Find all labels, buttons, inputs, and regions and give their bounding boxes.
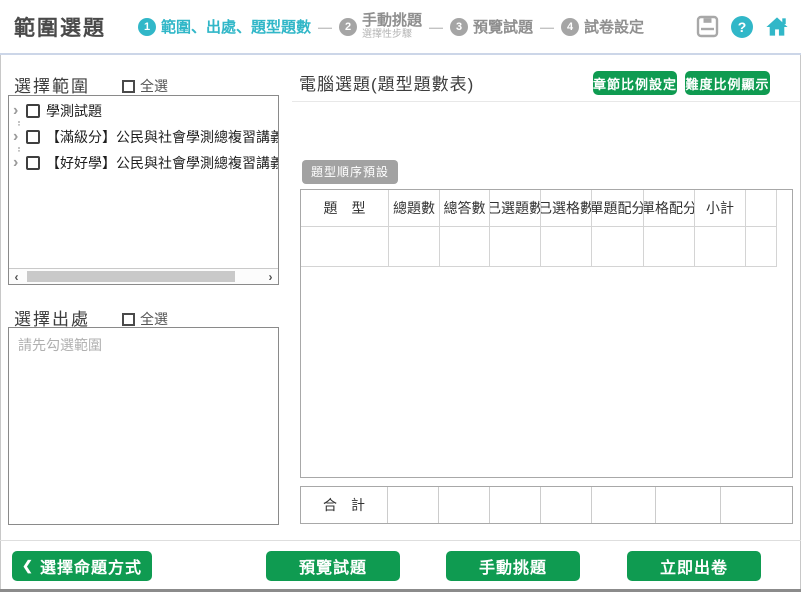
range-select-all-label: 全選 [140, 76, 168, 96]
step-4-paper-settings[interactable]: 4 試卷設定 [561, 16, 644, 37]
scrollbar-thumb[interactable] [27, 271, 235, 282]
step-3-badge: 3 [450, 18, 468, 36]
col-header-selected-questions: 已選題數 [490, 190, 541, 227]
total-cell [490, 487, 541, 523]
range-tree-panel: › 學測試題 › 【滿級分】公民與社會學測總複習講義 要 › 【好好學】公民與社… [8, 95, 279, 285]
source-list-panel: 請先勾選範圍 [8, 327, 279, 525]
col-header-points-per-blank: 單格配分 [644, 190, 695, 227]
exam-builder-window: 範圍選題 1 範圍、出處、題型題數 — 2 手動挑題 選擇性步驟 — 3 預覽試… [0, 0, 801, 592]
table-cell [644, 227, 695, 267]
tree-item[interactable]: › 學測試題 [13, 100, 278, 122]
step-2-label: 手動挑題 [362, 12, 422, 29]
tree-item-checkbox[interactable] [26, 130, 40, 144]
tree-item-checkbox[interactable] [26, 104, 40, 118]
back-to-method-button[interactable]: ❮ 選擇命題方式 [12, 551, 152, 581]
header-bar: 範圍選題 1 範圍、出處、題型題數 — 2 手動挑題 選擇性步驟 — 3 預覽試… [0, 0, 801, 53]
tree-item[interactable]: › 【好好學】公民與社會學測總複習講義 要 [13, 152, 278, 174]
range-section-title: 選擇範圍 [14, 72, 90, 97]
total-cell [541, 487, 592, 523]
table-cell [389, 227, 440, 267]
scroll-left-icon[interactable]: ‹ [9, 271, 24, 283]
expand-chevron-icon[interactable]: › [13, 129, 26, 145]
table-cell [592, 227, 644, 267]
total-cell [592, 487, 656, 523]
total-cell [721, 487, 792, 523]
tree-item-label: 【滿級分】公民與社會學測總複習講義 要 [46, 127, 278, 147]
question-order-preset-tab[interactable]: 題型順序預設 [302, 160, 398, 184]
difficulty-ratio-button[interactable]: 難度比例顯示 [685, 71, 770, 95]
home-icon[interactable] [765, 15, 789, 39]
step-4-label: 試卷設定 [584, 16, 644, 37]
source-select-all-label: 全選 [140, 309, 168, 329]
total-cell [656, 487, 721, 523]
step-2-badge: 2 [339, 18, 357, 36]
step-3-preview[interactable]: 3 預覽試題 [450, 16, 533, 37]
col-header-total-questions: 總題數 [389, 190, 440, 227]
table-cell [541, 227, 592, 267]
chapter-ratio-button[interactable]: 章節比例設定 [593, 71, 677, 95]
range-select-all[interactable]: 全選 [122, 76, 168, 96]
window-border-left [0, 55, 1, 589]
step-1-label: 範圍、出處、題型題數 [161, 16, 311, 37]
help-icon[interactable]: ? [731, 16, 753, 38]
question-type-table-panel: 題 型 總題數 總答數 已選題數 已選格數 單題配分 單格配分 小計 [300, 189, 793, 478]
chevron-left-icon: ❮ [22, 558, 34, 574]
col-header-empty [746, 190, 777, 227]
back-button-label: 選擇命題方式 [40, 554, 142, 578]
step-2-sublabel: 選擇性步驟 [362, 29, 422, 41]
header-divider [0, 53, 801, 55]
table-cell [695, 227, 746, 267]
step-nav: 1 範圍、出處、題型題數 — 2 手動挑題 選擇性步驟 — 3 預覽試題 — 4… [138, 12, 644, 41]
step-separator: — [429, 19, 443, 35]
table-cell [490, 227, 541, 267]
tree-item-label: 學測試題 [46, 101, 102, 121]
source-select-all-checkbox[interactable] [122, 313, 135, 326]
total-cell [388, 487, 439, 523]
manual-pick-button[interactable]: 手動挑題 [446, 551, 580, 581]
source-select-all[interactable]: 全選 [122, 309, 168, 329]
col-header-points-per-question: 單題配分 [592, 190, 644, 227]
table-cell [301, 227, 389, 267]
total-label: 合 計 [301, 487, 388, 523]
step-1-range[interactable]: 1 範圍、出處、題型題數 [138, 16, 311, 37]
source-placeholder: 請先勾選範圍 [9, 328, 278, 362]
computer-selection-title: 電腦選題(題型題數表) [299, 70, 474, 95]
table-cell [440, 227, 490, 267]
step-separator: — [318, 19, 332, 35]
step-1-badge: 1 [138, 18, 156, 36]
footer-divider [0, 540, 801, 541]
expand-chevron-icon[interactable]: › [13, 103, 26, 119]
totals-row: 合 計 [300, 486, 793, 524]
scroll-right-icon[interactable]: › [263, 271, 278, 283]
range-select-all-checkbox[interactable] [122, 80, 135, 93]
tree-item[interactable]: › 【滿級分】公民與社會學測總複習講義 要 [13, 126, 278, 148]
page-title: 範圍選題 [14, 12, 106, 42]
col-header-selected-blanks: 已選格數 [541, 190, 592, 227]
generate-paper-button[interactable]: 立即出卷 [627, 551, 761, 581]
total-cell [439, 487, 490, 523]
tree-item-checkbox[interactable] [26, 156, 40, 170]
range-tree: › 學測試題 › 【滿級分】公民與社會學測總複習講義 要 › 【好好學】公民與社… [9, 96, 278, 174]
header-icons: ? [695, 15, 789, 39]
tree-item-label: 【好好學】公民與社會學測總複習講義 要 [46, 153, 278, 173]
preview-questions-button[interactable]: 預覽試題 [266, 551, 400, 581]
question-type-table: 題 型 總題數 總答數 已選題數 已選格數 單題配分 單格配分 小計 [301, 190, 777, 267]
step-3-label: 預覽試題 [473, 16, 533, 37]
expand-chevron-icon[interactable]: › [13, 155, 26, 171]
col-header-subtotal: 小計 [695, 190, 746, 227]
horizontal-scrollbar[interactable]: ‹ › [9, 268, 278, 284]
col-header-total-answers: 總答數 [440, 190, 490, 227]
right-panel-divider [292, 101, 800, 102]
save-icon[interactable] [695, 15, 719, 39]
step-4-badge: 4 [561, 18, 579, 36]
step-separator: — [540, 19, 554, 35]
col-header-type: 題 型 [301, 190, 389, 227]
table-cell [746, 227, 777, 267]
step-2-manual-pick[interactable]: 2 手動挑題 選擇性步驟 [339, 12, 422, 41]
